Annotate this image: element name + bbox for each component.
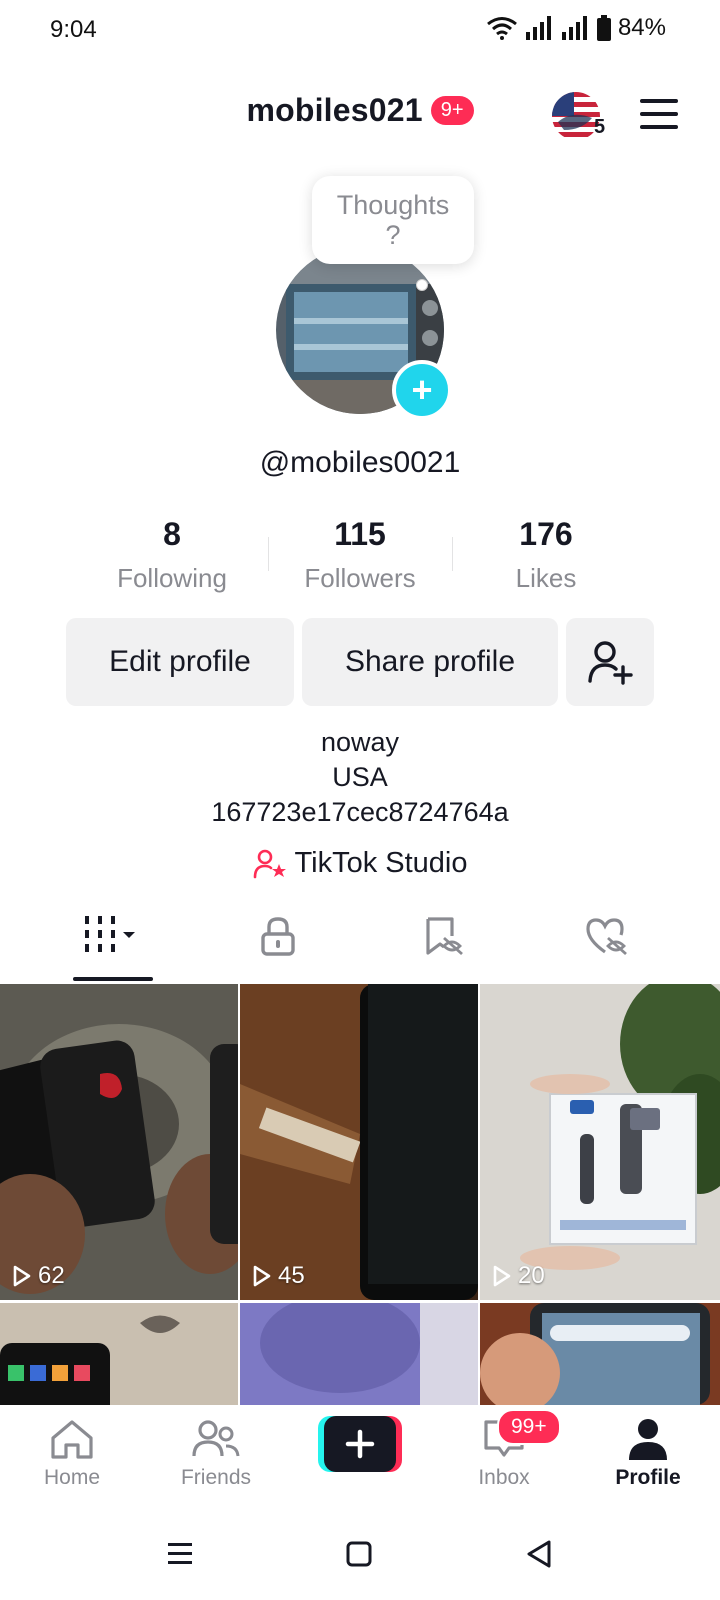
bio-line-1: noway [320, 727, 400, 757]
lock-icon [261, 917, 295, 956]
video-thumbnail [480, 984, 720, 1300]
stat-divider [268, 537, 269, 571]
battery-percent: 84% [617, 14, 666, 41]
view-count: 45 [252, 1262, 305, 1290]
stat-followers-value: 115 [334, 516, 386, 552]
view-count-value: 45 [278, 1262, 305, 1289]
nav-profile[interactable]: Profile [588, 1418, 708, 1490]
stat-followers[interactable]: 115 Followers [270, 516, 450, 594]
tiktok-studio-label: TikTok Studio [294, 847, 468, 879]
tab-active-indicator [73, 977, 153, 981]
video-tile-3[interactable]: 20 [480, 984, 720, 1300]
home-icon [51, 1420, 93, 1459]
plus-icon: + [411, 369, 433, 410]
bubble-tail-dot [416, 279, 428, 291]
inbox-badge: 99+ [497, 1409, 561, 1445]
profile-icon [629, 1419, 667, 1460]
bookmark-hidden-icon [426, 917, 463, 956]
stat-divider [452, 537, 453, 571]
profile-handle: @mobiles0021 [259, 446, 461, 479]
wifi-icon [487, 17, 517, 40]
nav-profile-label: Profile [615, 1466, 681, 1489]
nav-inbox-label: Inbox [478, 1466, 530, 1489]
tiktok-studio-link[interactable]: TikTok Studio [0, 847, 720, 880]
region-count: 5 [594, 116, 606, 138]
home-system-icon[interactable] [345, 1540, 373, 1573]
video-tile-2[interactable]: 45 [240, 984, 478, 1300]
play-icon [493, 1265, 511, 1287]
stat-following-value: 8 [163, 516, 181, 552]
video-thumbnail [0, 1303, 238, 1405]
bubble-text-line1: Thoughts [336, 190, 450, 220]
tab-liked[interactable] [517, 916, 697, 956]
menu-icon[interactable] [640, 98, 678, 135]
thoughts-bubble[interactable]: Thoughts ? [312, 176, 474, 264]
video-thumbnail [0, 984, 238, 1300]
view-count: 20 [492, 1262, 545, 1290]
video-tile-4[interactable] [0, 1303, 238, 1405]
status-icons: 84% [486, 14, 666, 42]
notification-badge: 9+ [430, 96, 474, 125]
tab-favorites[interactable] [353, 916, 533, 956]
recents-icon[interactable] [166, 1541, 194, 1572]
bubble-text-line2: ? [385, 220, 401, 250]
view-count: 62 [12, 1262, 65, 1290]
stat-following-label: Following [117, 563, 227, 593]
stat-followers-label: Followers [304, 563, 416, 593]
liked-hidden-icon [586, 918, 627, 956]
stat-likes[interactable]: 176 Likes [456, 516, 636, 594]
tab-private[interactable] [188, 916, 368, 956]
nav-home[interactable]: Home [12, 1418, 132, 1490]
video-thumbnail [240, 1303, 478, 1405]
bio-line-2: USA [332, 762, 388, 792]
status-time: 9:04 [50, 16, 97, 43]
view-count-value: 62 [38, 1262, 65, 1289]
header-title[interactable]: mobiles021 9+ [0, 92, 720, 129]
add-friend-button[interactable] [566, 618, 654, 706]
create-button[interactable] [318, 1416, 402, 1472]
play-icon [13, 1265, 31, 1287]
video-tile-6[interactable] [480, 1303, 720, 1405]
nav-friends-label: Friends [180, 1466, 252, 1489]
view-count-value: 20 [518, 1262, 545, 1289]
video-thumbnail [240, 984, 478, 1300]
stat-likes-value: 176 [519, 516, 573, 552]
video-thumbnail [480, 1303, 720, 1405]
region-flag-icon[interactable] [552, 92, 600, 140]
battery-icon [596, 15, 611, 41]
video-tile-5[interactable] [240, 1303, 478, 1405]
creator-star-icon [253, 849, 286, 878]
add-person-icon [588, 641, 633, 685]
stat-following[interactable]: 8 Following [82, 516, 262, 594]
add-story-button[interactable]: + [392, 360, 452, 420]
video-tile-1[interactable]: 62 [0, 984, 238, 1300]
friends-icon [192, 1420, 240, 1457]
stat-likes-label: Likes [515, 563, 577, 593]
share-profile-button[interactable]: Share profile [302, 618, 558, 706]
signal-icon [525, 16, 551, 40]
videos-grid-icon [85, 916, 135, 952]
tab-videos[interactable] [23, 916, 203, 954]
header-username: mobiles021 [246, 92, 423, 128]
edit-profile-button[interactable]: Edit profile [66, 618, 294, 706]
nav-friends[interactable]: Friends [156, 1418, 276, 1490]
signal-icon-2 [561, 16, 587, 40]
nav-home-label: Home [43, 1466, 101, 1489]
bio-line-3: 167723e17cec8724764a [211, 797, 509, 827]
play-icon [253, 1265, 271, 1287]
back-icon[interactable] [524, 1539, 554, 1574]
